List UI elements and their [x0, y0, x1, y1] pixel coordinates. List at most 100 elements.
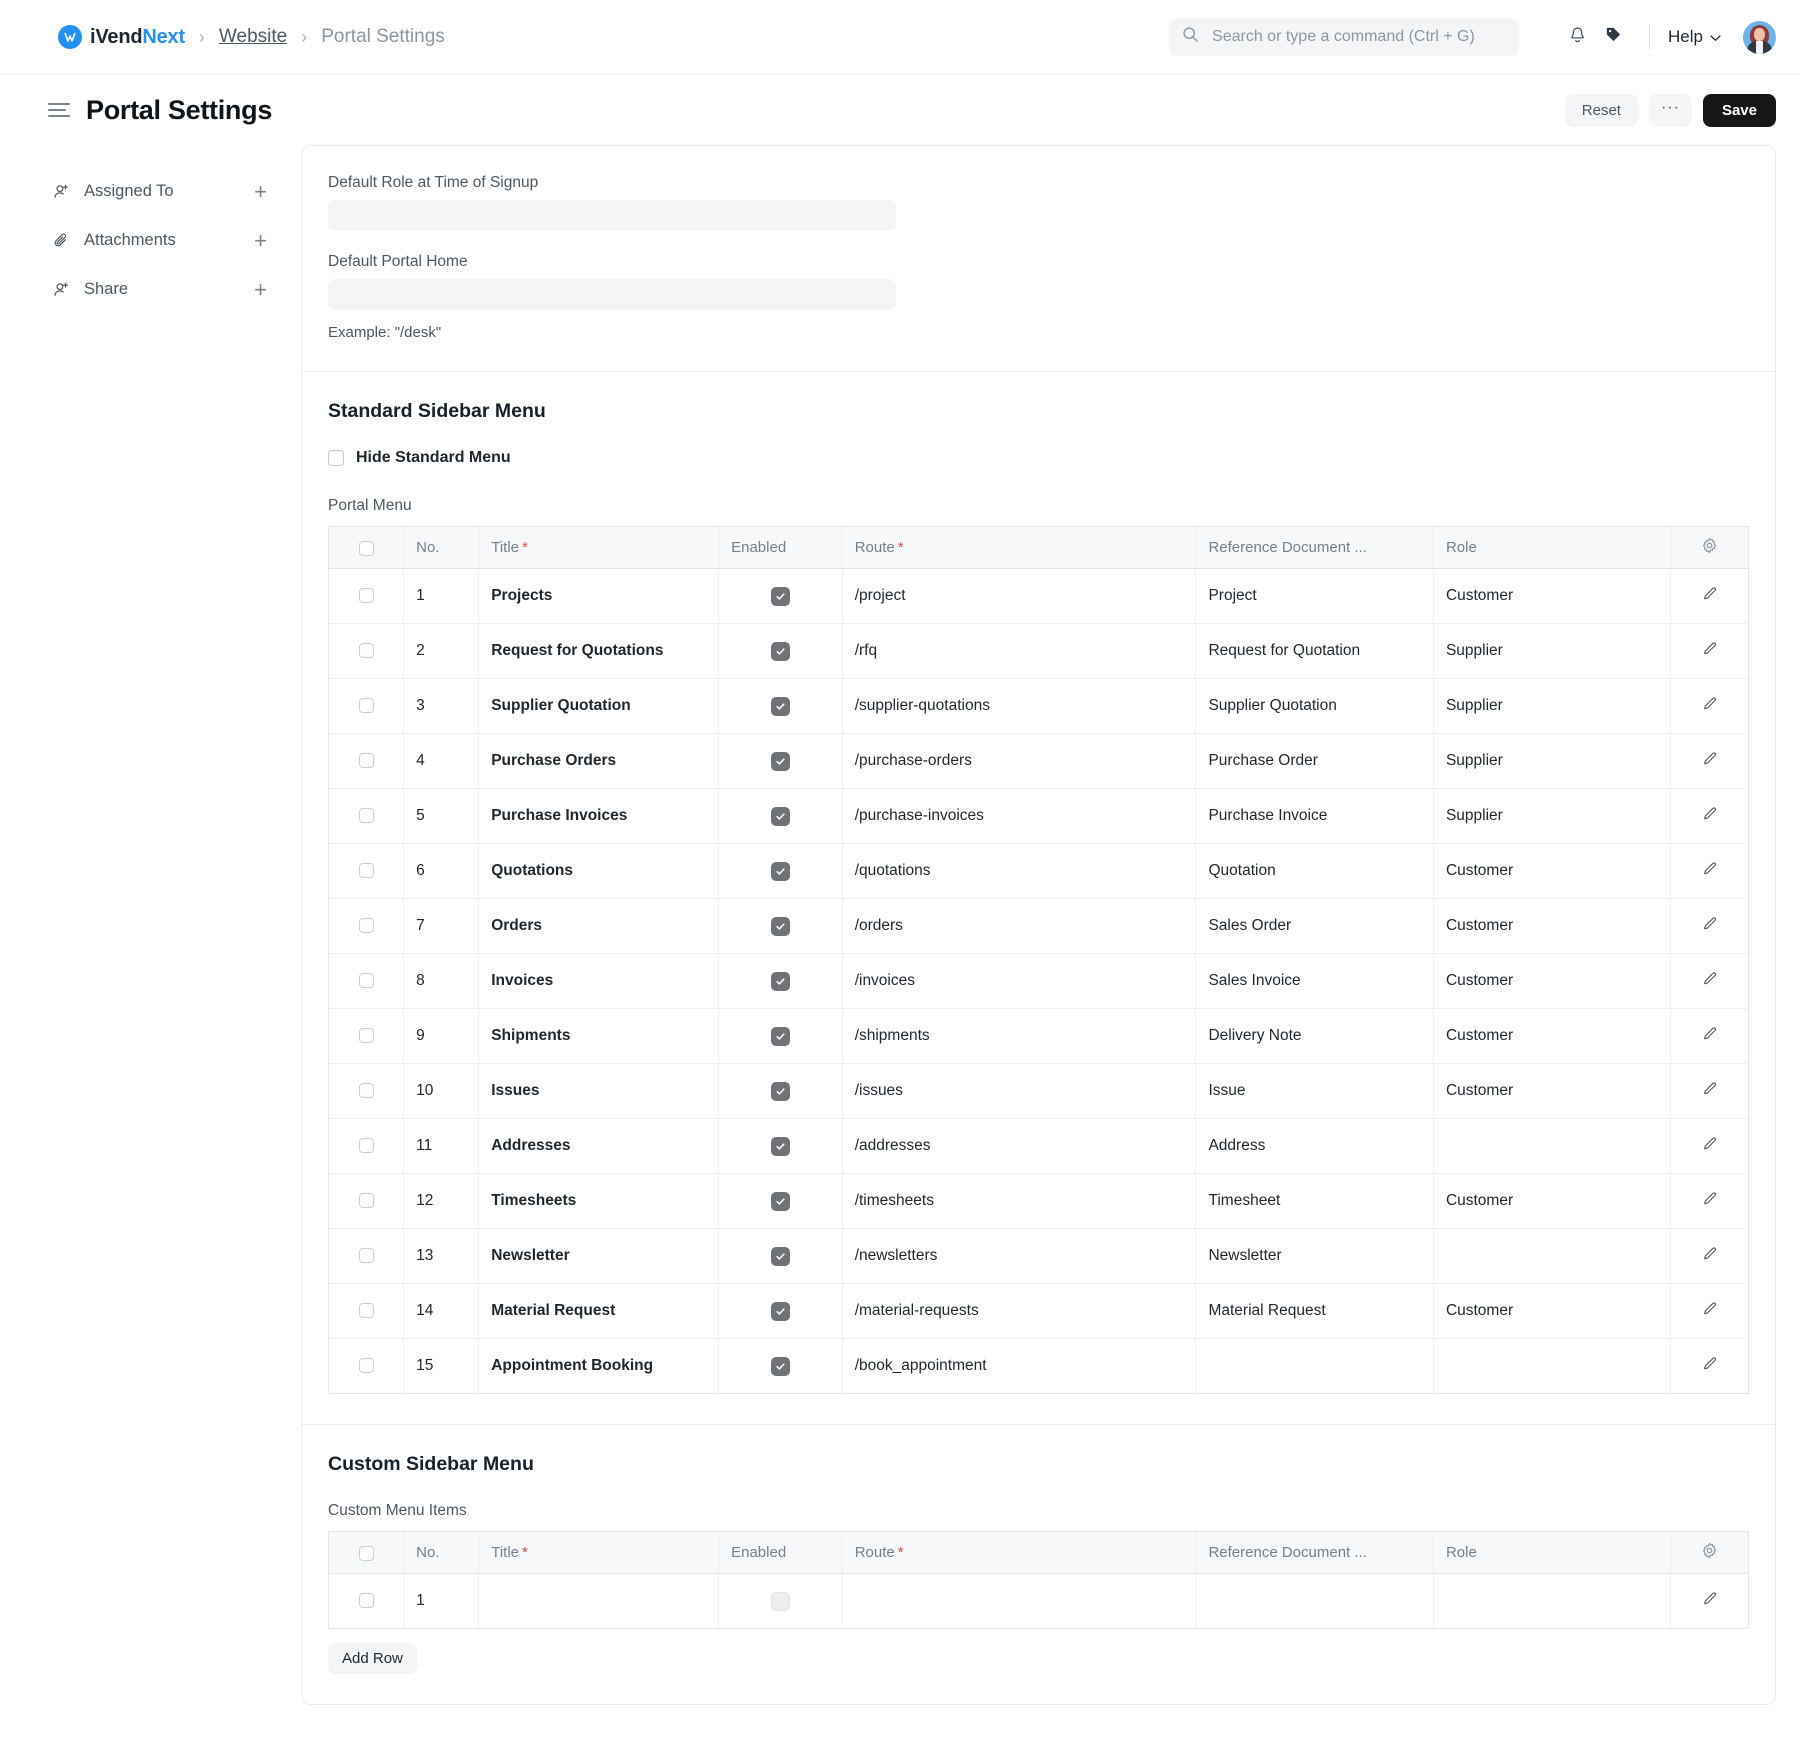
cell-title[interactable]: Projects	[478, 568, 720, 624]
edit-row-icon[interactable]	[1702, 1191, 1718, 1207]
cell-reference-document[interactable]: Purchase Order	[1195, 733, 1434, 789]
cell-title[interactable]: Orders	[478, 898, 720, 954]
cell-enabled[interactable]	[718, 1063, 843, 1119]
cell-enabled[interactable]	[718, 1118, 843, 1174]
notifications-button[interactable]	[1559, 19, 1595, 55]
cell-route[interactable]: /book_appointment	[842, 1338, 1197, 1394]
enabled-checkbox[interactable]	[770, 1356, 790, 1376]
row-select-checkbox[interactable]	[358, 918, 374, 934]
search-input[interactable]	[1210, 27, 1507, 47]
cell-role[interactable]: Customer	[1433, 1283, 1672, 1339]
add-row-button[interactable]: Add Row	[328, 1643, 417, 1674]
table-row[interactable]: 6 Quotations/quotations Quotation Customer	[328, 843, 1749, 899]
enabled-checkbox[interactable]	[770, 1301, 790, 1321]
cell-reference-document[interactable]: Delivery Note	[1195, 1008, 1434, 1064]
cell-reference-document[interactable]: Sales Order	[1195, 898, 1434, 954]
cell-route[interactable]	[842, 1573, 1197, 1629]
enabled-checkbox[interactable]	[770, 1246, 790, 1266]
cell-reference-document[interactable]	[1195, 1573, 1434, 1629]
row-select-cell[interactable]	[328, 733, 405, 789]
cell-route[interactable]: /newsletters	[842, 1228, 1197, 1284]
tags-button[interactable]	[1595, 19, 1631, 55]
row-select-checkbox[interactable]	[358, 643, 374, 659]
cell-title[interactable]: Quotations	[478, 843, 720, 899]
cell-title[interactable]	[478, 1573, 720, 1629]
cell-edit[interactable]	[1670, 953, 1749, 1009]
enabled-checkbox[interactable]	[770, 861, 790, 881]
table-row[interactable]: 1	[328, 1573, 1749, 1629]
table-row[interactable]: 15 Appointment Booking/book_appointment	[328, 1338, 1749, 1394]
edit-row-icon[interactable]	[1702, 1136, 1718, 1152]
cell-reference-document[interactable]: Purchase Invoice	[1195, 788, 1434, 844]
column-settings-header[interactable]	[1670, 1531, 1749, 1574]
cell-enabled[interactable]	[718, 953, 843, 1009]
cell-edit[interactable]	[1670, 1118, 1749, 1174]
edit-row-icon[interactable]	[1702, 806, 1718, 822]
edit-row-icon[interactable]	[1702, 1081, 1718, 1097]
cell-route[interactable]: /shipments	[842, 1008, 1197, 1064]
cell-reference-document[interactable]: Issue	[1195, 1063, 1434, 1119]
cell-title[interactable]: Timesheets	[478, 1173, 720, 1229]
breadcrumb-item-portal-settings[interactable]: Portal Settings	[321, 26, 445, 48]
help-menu-button[interactable]: Help	[1668, 27, 1721, 47]
cell-edit[interactable]	[1670, 733, 1749, 789]
row-select-checkbox[interactable]	[358, 698, 374, 714]
cell-enabled[interactable]	[718, 678, 843, 734]
cell-role[interactable]: Customer	[1433, 953, 1672, 1009]
reset-button[interactable]: Reset	[1564, 93, 1638, 127]
table-row[interactable]: 4 Purchase Orders/purchase-orders Purchase…	[328, 733, 1749, 789]
select-all-checkbox[interactable]	[358, 1545, 374, 1561]
cell-title[interactable]: Invoices	[478, 953, 720, 1009]
cell-title[interactable]: Newsletter	[478, 1228, 720, 1284]
cell-edit[interactable]	[1670, 678, 1749, 734]
table-row[interactable]: 9 Shipments/shipments Delivery Note Custome…	[328, 1008, 1749, 1064]
enabled-checkbox[interactable]	[770, 696, 790, 716]
cell-reference-document[interactable]: Sales Invoice	[1195, 953, 1434, 1009]
edit-row-icon[interactable]	[1702, 971, 1718, 987]
cell-enabled[interactable]	[718, 1283, 843, 1339]
cell-route[interactable]: /purchase-invoices	[842, 788, 1197, 844]
select-all-header[interactable]	[328, 526, 405, 569]
edit-row-icon[interactable]	[1702, 861, 1718, 877]
row-select-checkbox[interactable]	[358, 1303, 374, 1319]
cell-enabled[interactable]	[718, 733, 843, 789]
enabled-checkbox[interactable]	[770, 1081, 790, 1101]
enabled-checkbox[interactable]	[770, 971, 790, 991]
table-row[interactable]: 7 Orders/orders Sales Order Customer	[328, 898, 1749, 954]
enabled-checkbox[interactable]	[770, 806, 790, 826]
sidebar-item-assigned-to[interactable]: Assigned To +	[53, 167, 301, 216]
cell-route[interactable]: /project	[842, 568, 1197, 624]
edit-row-icon[interactable]	[1702, 1356, 1718, 1372]
cell-route[interactable]: /addresses	[842, 1118, 1197, 1174]
cell-reference-document[interactable]: Supplier Quotation	[1195, 678, 1434, 734]
cell-title[interactable]: Shipments	[478, 1008, 720, 1064]
cell-reference-document[interactable]: Request for Quotation	[1195, 623, 1434, 679]
add-assigned-to-icon[interactable]: +	[254, 180, 267, 203]
row-select-cell[interactable]	[328, 678, 405, 734]
enabled-checkbox[interactable]	[770, 641, 790, 661]
row-select-checkbox[interactable]	[358, 863, 374, 879]
table-row[interactable]: 3 Supplier Quotation/supplier-quotations S…	[328, 678, 1749, 734]
gear-icon[interactable]	[1701, 1542, 1718, 1559]
row-select-checkbox[interactable]	[358, 1248, 374, 1264]
cell-enabled[interactable]	[718, 1228, 843, 1284]
cell-reference-document[interactable]: Material Request	[1195, 1283, 1434, 1339]
save-button[interactable]: Save	[1702, 93, 1776, 127]
cell-edit[interactable]	[1670, 1063, 1749, 1119]
cell-title[interactable]: Purchase Invoices	[478, 788, 720, 844]
cell-enabled[interactable]	[718, 1338, 843, 1394]
edit-row-icon[interactable]	[1702, 1591, 1718, 1607]
enabled-checkbox[interactable]	[770, 586, 790, 606]
hide-standard-menu-row[interactable]: Hide Standard Menu	[328, 449, 1749, 467]
cell-route[interactable]: /issues	[842, 1063, 1197, 1119]
cell-role[interactable]: Customer	[1433, 568, 1672, 624]
enabled-checkbox[interactable]	[770, 1591, 790, 1611]
cell-enabled[interactable]	[718, 843, 843, 899]
brand-logo-link[interactable]: iVendNext	[58, 25, 185, 49]
cell-enabled[interactable]	[718, 623, 843, 679]
row-select-checkbox[interactable]	[358, 1593, 374, 1609]
cell-enabled[interactable]	[718, 1173, 843, 1229]
row-select-cell[interactable]	[328, 1063, 405, 1119]
cell-edit[interactable]	[1670, 623, 1749, 679]
row-select-cell[interactable]	[328, 1283, 405, 1339]
